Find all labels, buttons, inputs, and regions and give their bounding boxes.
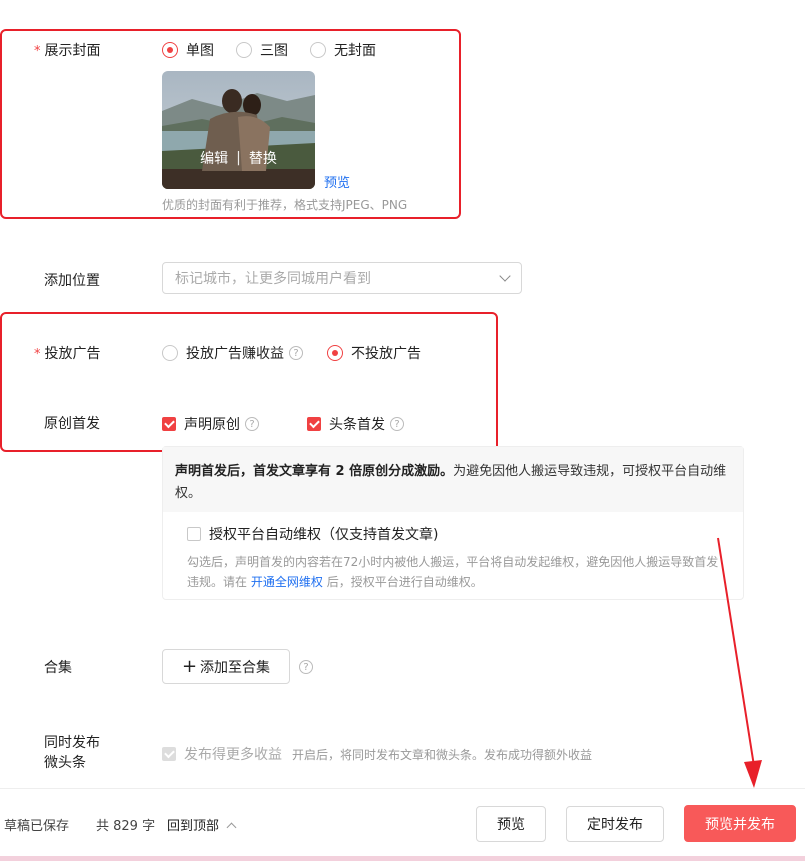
auto-rights-checkbox[interactable] [187, 527, 201, 541]
chevron-down-icon [499, 270, 511, 282]
collection-label: 合集 [44, 660, 72, 676]
auto-rights-description: 勾选后，声明首发的内容若在72小时内被他人搬运，平台将自动发起维权，避免因他人搬… [187, 555, 719, 589]
back-to-top-button[interactable]: 回到顶部 [167, 815, 237, 834]
add-to-collection-button[interactable]: + 添加至合集 [162, 649, 290, 684]
help-icon[interactable]: ? [299, 660, 313, 674]
annotation-box-cover [0, 29, 461, 219]
word-count: 共 829 字 [96, 819, 156, 834]
draft-saved-status: 草稿已保存 [4, 819, 70, 834]
panel-header: 声明首发后，首发文章享有 2 倍原创分成激励。为避免因他人搬运导致违规，可授权平… [163, 447, 743, 512]
annotation-box-ads [0, 312, 498, 452]
panel-header-bold: 声明首发后，首发文章享有 2 倍原创分成激励。 [175, 464, 454, 479]
chevron-up-icon [226, 822, 237, 833]
micro-check-label: 发布得更多收益 [184, 747, 282, 763]
plus-icon: + [181, 655, 198, 677]
auto-rights-label[interactable]: 授权平台自动维权（仅支持首发文章) [209, 524, 438, 544]
location-select[interactable]: 标记城市，让更多同城用户看到 [162, 262, 522, 294]
panel-body: 授权平台自动维权（仅支持首发文章) 勾选后，声明首发的内容若在72小时内被他人搬… [163, 512, 743, 604]
schedule-publish-button[interactable]: 定时发布 [566, 806, 664, 842]
footer-bar: 草稿已保存 共 829 字 回到顶部 预览 定时发布 预览并发布 [0, 788, 805, 861]
micro-options: 发布得更多收益 开启后，将同时发布文章和微头条。发布成功得额外收益 [162, 744, 592, 764]
annotation-arrow [717, 537, 762, 788]
micro-note: 开启后，将同时发布文章和微头条。发布成功得额外收益 [292, 747, 593, 762]
location-label: 添加位置 [44, 273, 100, 289]
enable-rights-link[interactable]: 开通全网维权 [251, 575, 323, 589]
preview-and-publish-button[interactable]: 预览并发布 [684, 805, 796, 842]
location-placeholder: 标记城市，让更多同城用户看到 [175, 271, 371, 287]
preview-button[interactable]: 预览 [476, 806, 546, 842]
auto-rights-row: 授权平台自动维权（仅支持首发文章) [187, 524, 719, 544]
bottom-edge-bar [0, 856, 805, 861]
micro-checkbox[interactable] [162, 747, 176, 761]
first-publish-panel: 声明首发后，首发文章享有 2 倍原创分成激励。为避免因他人搬运导致违规，可授权平… [162, 446, 744, 600]
micro-label: 同时发布 微头条 [44, 735, 100, 771]
